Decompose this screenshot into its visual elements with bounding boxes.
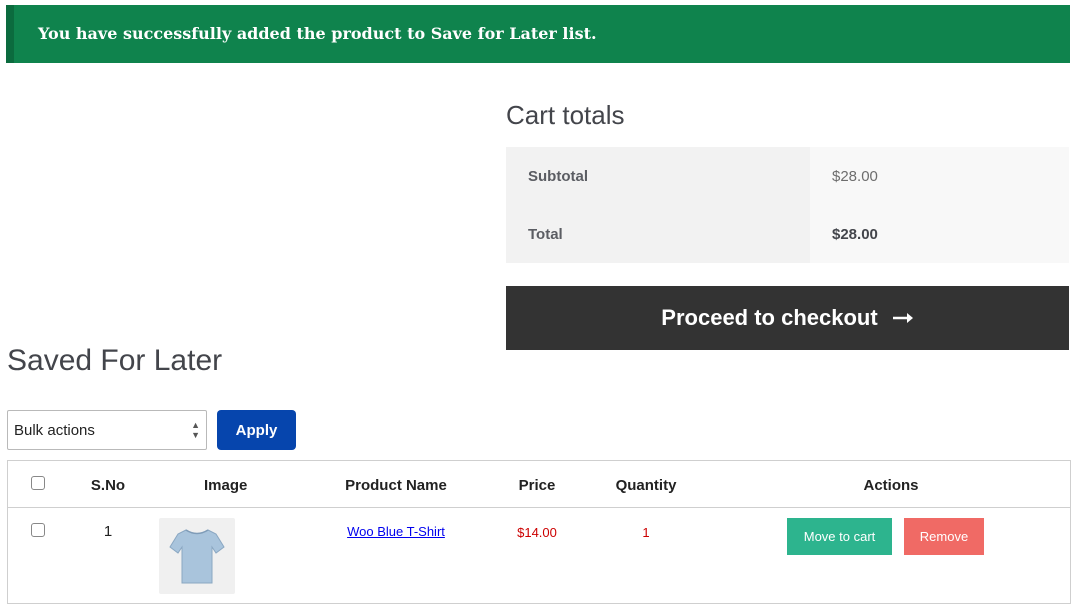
table-header-row: S.No Image Product Name Price Quantity A… xyxy=(8,461,1070,508)
saved-for-later-title: Saved For Later xyxy=(7,344,223,377)
product-link[interactable]: Woo Blue T-Shirt xyxy=(347,524,445,539)
remove-button[interactable]: Remove xyxy=(904,518,984,555)
subtotal-value: $28.00 xyxy=(810,147,1069,205)
move-to-cart-button[interactable]: Move to cart xyxy=(787,518,892,555)
col-sno: S.No xyxy=(90,477,126,494)
saved-for-later-table: S.No Image Product Name Price Quantity A… xyxy=(7,460,1071,604)
cart-totals-table: Subtotal $28.00 Total $28.00 xyxy=(506,147,1069,263)
proceed-to-checkout-button[interactable]: Proceed to checkout xyxy=(506,286,1069,350)
product-quantity: 1 xyxy=(642,525,650,540)
product-price: $14.00 xyxy=(517,525,557,540)
row-sno: 1 xyxy=(103,523,113,540)
product-image[interactable] xyxy=(159,518,235,594)
bulk-actions-select[interactable]: Bulk actions ▲ ▼ xyxy=(7,410,207,450)
total-row: Total $28.00 xyxy=(506,205,1069,263)
col-image: Image xyxy=(204,477,248,494)
cart-totals-title: Cart totals xyxy=(506,100,625,130)
checkout-label: Proceed to checkout xyxy=(661,305,878,330)
subtotal-row: Subtotal $28.00 xyxy=(506,147,1069,205)
subtotal-label: Subtotal xyxy=(506,147,810,205)
apply-button[interactable]: Apply xyxy=(217,410,296,450)
total-label: Total xyxy=(506,205,810,263)
arrow-right-icon xyxy=(892,313,913,323)
row-checkbox[interactable] xyxy=(31,523,45,537)
tshirt-icon xyxy=(169,529,225,584)
col-price: Price xyxy=(518,477,556,494)
select-arrow-icon: ▲ ▼ xyxy=(191,420,200,440)
table-row: 1 Woo Blue T-Shirt $14.00 1 Move to cart… xyxy=(8,508,1070,604)
bulk-actions-value: Bulk actions xyxy=(14,421,95,439)
notice-message: You have successfully added the product … xyxy=(38,24,597,43)
total-value: $28.00 xyxy=(810,205,1069,263)
col-actions: Actions xyxy=(863,477,919,494)
col-product-name: Product Name xyxy=(345,477,447,494)
product-name-cell: Woo Blue T-Shirt xyxy=(316,524,476,539)
select-all-checkbox[interactable] xyxy=(31,476,45,490)
col-quantity: Quantity xyxy=(615,477,677,494)
success-notice: You have successfully added the product … xyxy=(6,5,1070,63)
